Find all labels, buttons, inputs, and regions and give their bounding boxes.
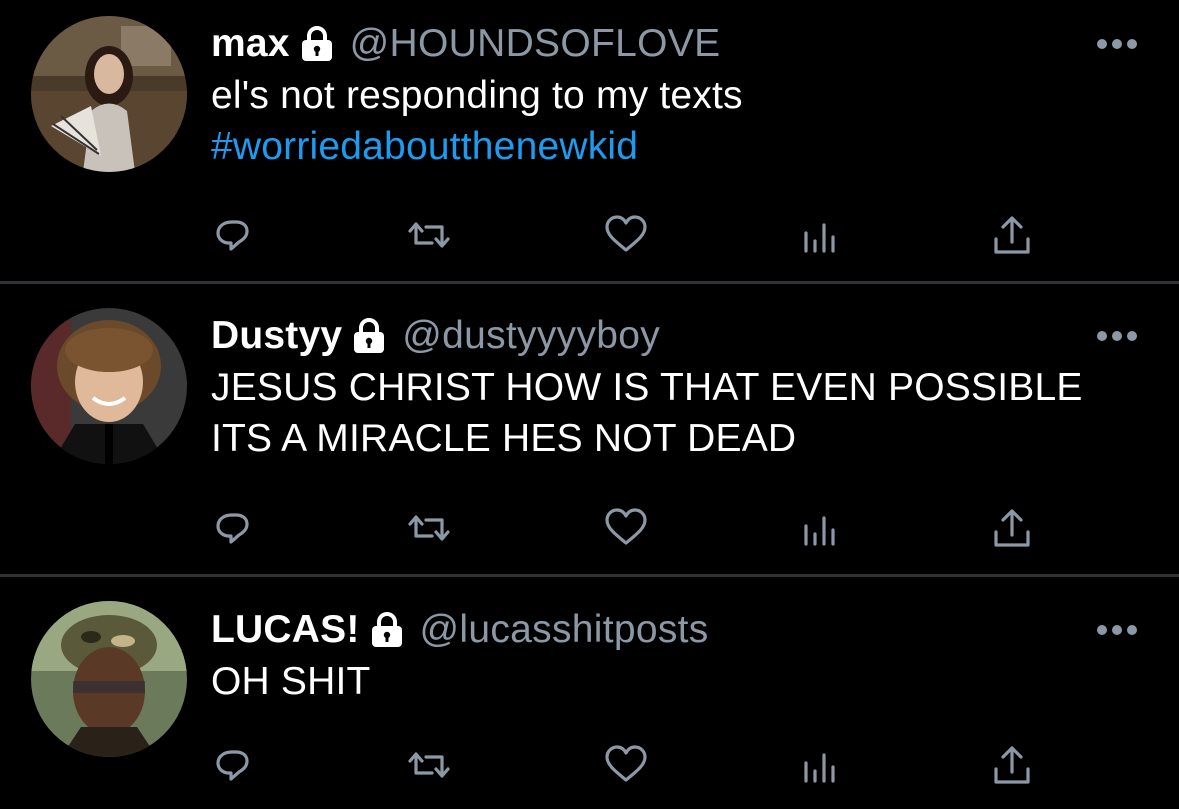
- tweet-lucas[interactable]: LUCAS! @lucasshitposts OH SHIT: [0, 577, 1179, 809]
- retweet-icon[interactable]: [404, 741, 454, 791]
- display-name[interactable]: max: [211, 22, 290, 66]
- reply-icon[interactable]: [211, 504, 261, 554]
- tweet-text-line: ITS A MIRACLE HES NOT DEAD: [211, 417, 797, 460]
- display-name[interactable]: LUCAS!: [211, 608, 360, 652]
- reply-icon[interactable]: [211, 211, 261, 261]
- analytics-icon[interactable]: [795, 211, 845, 261]
- tweet-max[interactable]: max @HOUNDSOFLOVE el's not responding to…: [0, 0, 1179, 283]
- tweet-text: JESUS CHRIST HOW IS THAT EVEN POSSIBLE I…: [211, 362, 1151, 464]
- tweet-text-line: JESUS CHRIST HOW IS THAT EVEN POSSIBLE: [211, 366, 1083, 409]
- tweet-header: max @HOUNDSOFLOVE: [211, 16, 720, 72]
- lock-icon: [371, 612, 402, 647]
- timeline-feed: max @HOUNDSOFLOVE el's not responding to…: [0, 0, 1179, 809]
- reply-icon[interactable]: [211, 741, 261, 791]
- action-bar: [0, 504, 1179, 554]
- retweet-icon[interactable]: [404, 211, 454, 261]
- avatar-max-image: [31, 16, 187, 172]
- user-handle[interactable]: @dustyyyyboy: [402, 314, 660, 358]
- tweet-header: LUCAS! @lucasshitposts: [211, 602, 709, 658]
- share-icon[interactable]: [987, 211, 1037, 261]
- tweet-header: Dustyy @dustyyyyboy: [211, 308, 660, 364]
- tweet-text-line: el's not responding to my texts: [211, 74, 743, 117]
- tweet-dustyy[interactable]: Dustyy @dustyyyyboy JESUS CHRIST HOW IS …: [0, 284, 1179, 576]
- lock-icon: [354, 318, 385, 353]
- action-bar: [0, 741, 1179, 791]
- user-handle[interactable]: @HOUNDSOFLOVE: [350, 22, 721, 66]
- tweet-text-line: OH SHIT: [211, 660, 371, 703]
- more-options-icon[interactable]: [1096, 36, 1138, 52]
- lock-icon: [301, 26, 332, 61]
- more-options-icon[interactable]: [1096, 328, 1138, 344]
- tweet-text: OH SHIT: [211, 656, 1151, 707]
- user-handle[interactable]: @lucasshitposts: [420, 608, 709, 652]
- share-icon[interactable]: [987, 504, 1037, 554]
- more-options-icon[interactable]: [1096, 622, 1138, 638]
- avatar-lucas[interactable]: [31, 601, 187, 757]
- analytics-icon[interactable]: [795, 504, 845, 554]
- avatar-dustyy-image: [31, 308, 187, 464]
- retweet-icon[interactable]: [404, 504, 454, 554]
- hashtag-link[interactable]: #worriedaboutthenewkid: [211, 121, 1151, 172]
- like-icon[interactable]: [601, 211, 651, 261]
- action-bar: [0, 211, 1179, 261]
- like-icon[interactable]: [601, 741, 651, 791]
- display-name[interactable]: Dustyy: [211, 314, 342, 358]
- tweet-text: el's not responding to my texts #worried…: [211, 70, 1151, 172]
- analytics-icon[interactable]: [795, 741, 845, 791]
- avatar-max[interactable]: [31, 16, 187, 172]
- like-icon[interactable]: [601, 504, 651, 554]
- avatar-lucas-image: [31, 601, 187, 757]
- share-icon[interactable]: [987, 741, 1037, 791]
- avatar-dustyy[interactable]: [31, 308, 187, 464]
